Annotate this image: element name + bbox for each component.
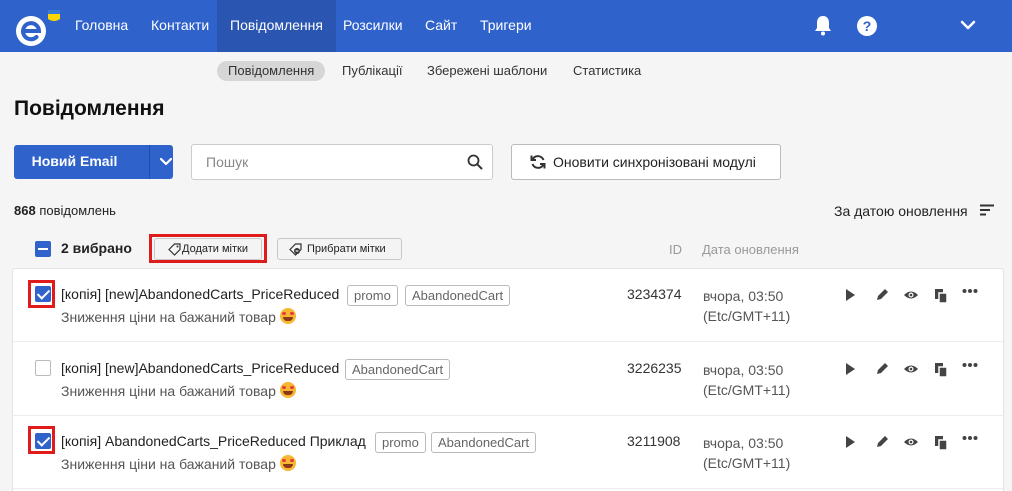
nav-site[interactable]: Сайт: [412, 0, 470, 52]
message-subject-text: Зниження ціни на бажаний товар: [61, 456, 276, 472]
button-divider: [149, 145, 150, 179]
remove-tags-label: Прибрати мітки: [307, 243, 386, 255]
table-row[interactable]: [копія] [new]AbandonedCarts_PriceReduced…: [13, 343, 1003, 416]
message-list: [копія] [new]AbandonedCarts_PriceReduced…: [12, 268, 1004, 491]
table-row[interactable]: [копія] [new]AbandonedCarts_PriceReduced…: [13, 269, 1003, 342]
tag-badge: AbandonedCart: [431, 432, 537, 453]
message-id: 3226235: [627, 360, 682, 376]
more-options-icon[interactable]: [962, 357, 978, 373]
timezone-line: (Etc/GMT+11): [703, 382, 791, 398]
sort-selector[interactable]: За датою оновлення: [834, 203, 968, 219]
tag-badge: AbandonedCart: [405, 285, 511, 306]
play-icon[interactable]: [842, 434, 858, 450]
eye-icon[interactable]: [903, 287, 919, 303]
nav-messages[interactable]: Повідомлення: [217, 0, 336, 52]
subnav-statistics[interactable]: Статистика: [562, 61, 652, 81]
message-count-suffix: повідомлень: [39, 203, 116, 218]
esputnik-logo-icon[interactable]: [12, 7, 62, 47]
nav-contacts[interactable]: Контакти: [138, 0, 222, 52]
edit-icon[interactable]: [874, 361, 890, 377]
search-icon[interactable]: [467, 154, 483, 170]
select-all-checkbox[interactable]: [35, 241, 51, 257]
bell-icon[interactable]: [813, 14, 833, 36]
message-title[interactable]: [копія] AbandonedCarts_PriceReduced Прик…: [61, 433, 366, 449]
message-title[interactable]: [копія] [new]AbandonedCarts_PriceReduced: [61, 286, 339, 302]
message-subject: Зниження ціни на бажаний товар: [61, 455, 296, 472]
message-id: 3234374: [627, 286, 682, 302]
highlight-frame: [28, 280, 55, 308]
message-count: 868 повідомлень: [14, 203, 116, 218]
smiling-face-emoji-icon: [279, 308, 296, 324]
message-subject: Зниження ціни на бажаний товар: [61, 308, 296, 325]
more-options-icon[interactable]: [962, 283, 978, 299]
highlight-frame: [28, 426, 55, 454]
new-email-label: Новий Email: [31, 153, 118, 169]
help-icon[interactable]: ?: [857, 16, 877, 36]
nav-campaigns[interactable]: Розсилки: [330, 0, 416, 52]
eye-icon[interactable]: [903, 361, 919, 377]
play-icon[interactable]: [842, 287, 858, 303]
search-box: [191, 144, 493, 180]
page-title: Повідомлення: [14, 97, 165, 120]
highlight-frame: [149, 234, 267, 263]
message-subject-text: Зниження ціни на бажаний товар: [61, 309, 276, 325]
copy-icon[interactable]: [933, 434, 949, 450]
copy-icon[interactable]: [933, 287, 949, 303]
table-row[interactable]: [копія] AbandonedCarts_PriceReduced Прик…: [13, 416, 1003, 489]
selected-count: 2 вибрано: [61, 240, 132, 256]
top-navigation: Головна Контакти Повідомлення Розсилки С…: [0, 0, 1012, 52]
date-line: вчора, 03:50: [703, 435, 784, 451]
more-options-icon[interactable]: [962, 430, 978, 446]
sync-modules-button[interactable]: Оновити синхронізовані модулі: [511, 144, 781, 180]
row-checkbox[interactable]: [35, 360, 51, 376]
tag-badge: promo: [347, 285, 398, 306]
timezone-line: (Etc/GMT+11): [703, 455, 791, 471]
nav-triggers[interactable]: Тригери: [467, 0, 545, 52]
remove-tags-button[interactable]: Прибрати мітки: [277, 238, 402, 260]
chevron-down-icon[interactable]: [960, 19, 976, 31]
eye-icon[interactable]: [903, 434, 919, 450]
tag-badge: AbandonedCart: [345, 359, 451, 380]
nav-home[interactable]: Головна: [62, 0, 141, 52]
edit-icon[interactable]: [874, 287, 890, 303]
sync-modules-label: Оновити синхронізовані модулі: [553, 154, 756, 170]
subnav-publications[interactable]: Публікації: [331, 61, 413, 81]
message-title[interactable]: [копія] [new]AbandonedCarts_PriceReduced: [61, 360, 339, 376]
tag-badge: promo: [375, 432, 426, 453]
message-updated-date: вчора, 03:50 (Etc/GMT+11): [703, 360, 790, 400]
message-subject: Зниження ціни на бажаний товар: [61, 382, 296, 399]
timezone-line: (Etc/GMT+11): [703, 308, 791, 324]
edit-icon[interactable]: [874, 434, 890, 450]
subnav-messages[interactable]: Повідомлення: [217, 61, 326, 81]
copy-icon[interactable]: [933, 361, 949, 377]
sort-icon[interactable]: [980, 204, 994, 216]
date-line: вчора, 03:50: [703, 362, 784, 378]
message-subject-text: Зниження ціни на бажаний товар: [61, 383, 276, 399]
smiling-face-emoji-icon: [279, 382, 296, 398]
message-id: 3211908: [627, 433, 681, 449]
sync-icon: [530, 155, 546, 169]
column-header-id: ID: [669, 242, 682, 257]
smiling-face-emoji-icon: [279, 455, 296, 471]
message-updated-date: вчора, 03:50 (Etc/GMT+11): [703, 433, 790, 473]
tag-remove-icon: [289, 243, 302, 256]
date-line: вчора, 03:50: [703, 288, 784, 304]
chevron-down-icon[interactable]: [159, 157, 173, 167]
message-updated-date: вчора, 03:50 (Etc/GMT+11): [703, 286, 790, 326]
column-header-date: Дата оновлення: [702, 242, 799, 257]
new-email-button[interactable]: Новий Email: [14, 145, 173, 179]
subnav-saved-templates[interactable]: Збережені шаблони: [416, 61, 558, 81]
search-input[interactable]: [193, 146, 453, 178]
play-icon[interactable]: [842, 361, 858, 377]
message-count-number: 868: [14, 203, 36, 218]
